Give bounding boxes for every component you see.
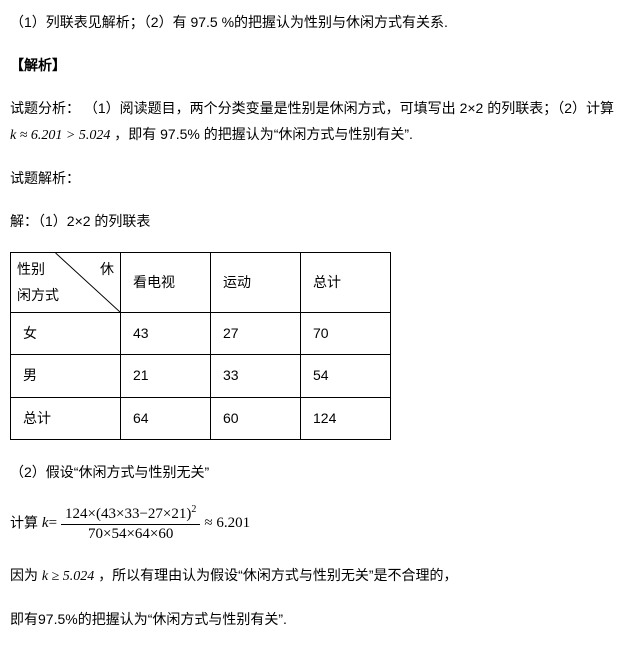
analysis-header: 【解析】	[10, 53, 620, 78]
summary-line: （1）列联表见解析；（2）有 97.5 %的把握认为性别与休闲方式有关系.	[10, 10, 620, 35]
table-row: 女 43 27 70	[11, 313, 391, 355]
contingency-table: 性别 休 闲方式 看电视 运动 总计 女 43 27 70 男 21 33 54…	[10, 252, 391, 440]
solution-label: 试题解析：	[10, 166, 620, 191]
calc-approx: ≈ 6.201	[204, 510, 250, 537]
analysis-expression: k ≈ 6.201 > 5.024	[10, 128, 110, 143]
calc-prefix: 计算	[10, 515, 38, 531]
because-prefix: 因为	[10, 567, 38, 583]
row-label: 男	[11, 355, 121, 397]
table-header-diagonal: 性别 休 闲方式	[11, 253, 121, 313]
analysis-paragraph: 试题分析： （1）阅读题目，两个分类变量是性别是休闲方式，可填写出 2×2 的列…	[10, 96, 620, 147]
because-suffix: ，所以有理由认为假设“休闲方式与性别无关”是不合理的，	[98, 567, 457, 583]
analysis-text-1: （1）阅读题目，两个分类变量是性别是休闲方式，可填写出 2×2 的列联表；（2）…	[84, 100, 614, 116]
part2-hypothesis: （2）假设“休闲方式与性别无关”	[10, 460, 620, 485]
cell: 124	[301, 397, 391, 439]
calc-denominator: 70×54×64×60	[84, 525, 177, 545]
because-line: 因为 k ≥ 5.024 ，所以有理由认为假设“休闲方式与性别无关”是不合理的，	[10, 563, 620, 589]
row-label: 女	[11, 313, 121, 355]
calc-numerator: 124×(43×33−27×21)2	[61, 503, 200, 526]
calculation-line: 计算 k = 124×(43×33−27×21)2 70×54×64×60 ≈ …	[10, 503, 620, 545]
solution-line-1: 解：（1）2×2 的列联表	[10, 209, 620, 234]
because-expression: k ≥ 5.024	[42, 569, 94, 584]
table-row: 男 21 33 54	[11, 355, 391, 397]
cell: 54	[301, 355, 391, 397]
cell: 64	[121, 397, 211, 439]
analysis-label: 试题分析：	[10, 100, 80, 116]
cell: 60	[211, 397, 301, 439]
calc-eq: =	[49, 510, 57, 537]
table-header-row: 性别 休 闲方式 看电视 运动 总计	[11, 253, 391, 313]
table-col-sport: 运动	[211, 253, 301, 313]
cell: 43	[121, 313, 211, 355]
calc-num-text: 124×(43×33−27×21)	[65, 506, 191, 522]
table-col-tv: 看电视	[121, 253, 211, 313]
cell: 21	[121, 355, 211, 397]
calc-formula: k = 124×(43×33−27×21)2 70×54×64×60 ≈ 6.2…	[42, 503, 250, 545]
header-leisure-char1: 休	[100, 257, 114, 282]
cell: 27	[211, 313, 301, 355]
row-label: 总计	[11, 397, 121, 439]
header-gender-label: 性别	[17, 257, 45, 282]
table-row: 总计 64 60 124	[11, 397, 391, 439]
table-col-total: 总计	[301, 253, 391, 313]
cell: 70	[301, 313, 391, 355]
cell: 33	[211, 355, 301, 397]
header-leisure-char2: 闲方式	[17, 283, 59, 308]
calc-fraction: 124×(43×33−27×21)2 70×54×64×60	[61, 503, 200, 545]
analysis-text-2: ，即有 97.5% 的把握认为“休闲方式与性别有关”.	[114, 126, 413, 142]
calc-exponent: 2	[191, 504, 196, 515]
conclusion-line: 即有97.5%的把握认为“休闲方式与性别有关”.	[10, 607, 620, 632]
calc-k: k	[42, 510, 49, 537]
